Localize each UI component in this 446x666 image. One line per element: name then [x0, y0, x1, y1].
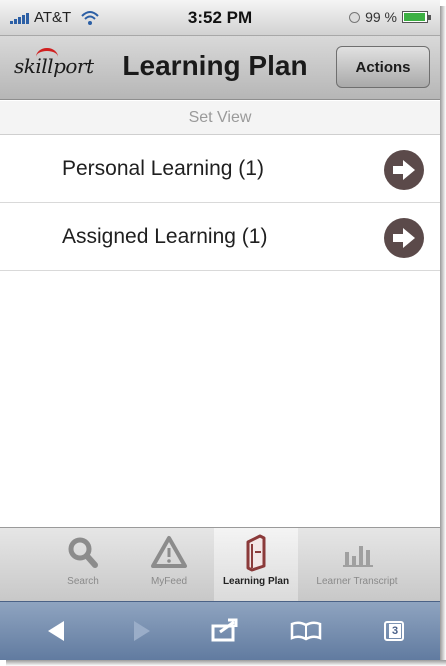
app-frame: AT&T 3:52 PM 99 % skillport Learning Pla… — [0, 0, 440, 660]
tab-myfeed[interactable]: MyFeed — [138, 528, 200, 602]
browser-toolbar: 3 — [0, 601, 440, 660]
status-bar: AT&T 3:52 PM 99 % — [0, 0, 440, 36]
actions-button[interactable]: Actions — [336, 46, 430, 88]
list-item-personal-learning[interactable]: Personal Learning (1) — [0, 136, 440, 203]
warning-icon — [151, 536, 187, 568]
tabs-button[interactable]: 3 — [364, 602, 424, 660]
tabs-icon: 3 — [384, 621, 404, 641]
status-right: 99 % — [349, 9, 431, 25]
tab-label: Learner Transcript — [316, 576, 398, 587]
share-icon[interactable] — [194, 602, 254, 660]
frame-shadow — [6, 660, 446, 666]
list-item-label: Assigned Learning (1) — [62, 225, 268, 248]
orientation-lock-icon — [349, 11, 361, 23]
search-icon — [68, 537, 98, 568]
arrow-right-icon[interactable] — [384, 150, 424, 190]
bar-chart-icon — [343, 546, 373, 567]
tab-bar: Search MyFeed Learning Plan Learner Tran… — [0, 527, 440, 602]
app-header: skillport Learning Plan Actions — [0, 36, 440, 100]
learning-plan-icon — [246, 534, 266, 572]
tab-label: MyFeed — [150, 576, 188, 587]
tab-learning-plan[interactable]: Learning Plan — [214, 528, 298, 602]
frame-shadow — [440, 6, 446, 666]
arrow-right-icon[interactable] — [384, 218, 424, 258]
bookmarks-icon[interactable] — [276, 602, 336, 660]
tab-label: Search — [67, 576, 99, 587]
list-item-label: Personal Learning (1) — [62, 157, 264, 180]
back-icon[interactable] — [28, 602, 88, 660]
tab-label: Learning Plan — [222, 576, 290, 587]
set-view-button[interactable]: Set View — [0, 101, 440, 135]
battery-icon — [402, 11, 431, 23]
forward-icon[interactable] — [110, 602, 170, 660]
list-item-assigned-learning[interactable]: Assigned Learning (1) — [0, 204, 440, 271]
battery-percent: 99 % — [365, 9, 397, 25]
tab-learner-transcript[interactable]: Learner Transcript — [298, 528, 416, 602]
tab-search[interactable]: Search — [52, 528, 114, 602]
tab-count: 3 — [389, 624, 401, 638]
